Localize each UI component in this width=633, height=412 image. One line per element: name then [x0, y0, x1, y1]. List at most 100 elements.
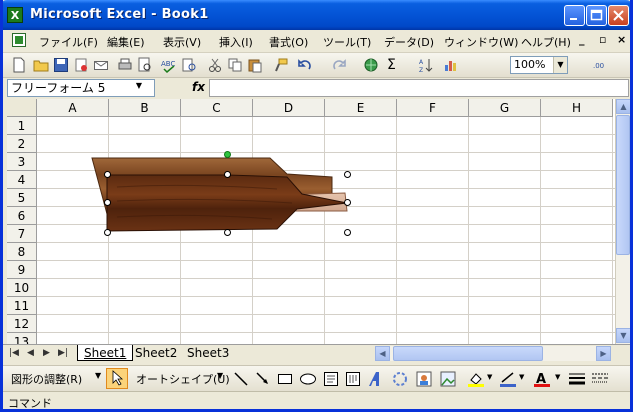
resize-handle-top[interactable]: [224, 171, 231, 178]
minimize-button[interactable]: [564, 5, 585, 26]
worksheet-grid[interactable]: ABCDEFGH 1 2 3 4 5 6 7 8 9 10 11 12 13: [7, 99, 615, 344]
scroll-left-button[interactable]: ◀: [375, 346, 390, 361]
chevron-down-icon[interactable]: ▼: [519, 373, 524, 381]
resize-handle-bottom[interactable]: [224, 229, 231, 236]
resize-handle-bottom-right[interactable]: [344, 229, 351, 236]
doc-restore-button[interactable]: ▫: [599, 33, 606, 46]
redo-icon[interactable]: [331, 57, 347, 73]
vertical-text-box-icon[interactable]: [345, 371, 361, 387]
line-icon[interactable]: [233, 371, 249, 387]
wordart-icon[interactable]: [367, 370, 385, 388]
formula-input[interactable]: [209, 79, 629, 97]
title-bar[interactable]: X Microsoft Excel - Book1: [3, 0, 630, 30]
resize-handle-bottom-left[interactable]: [104, 229, 111, 236]
resize-handle-left[interactable]: [104, 199, 111, 206]
menu-format[interactable]: 書式(O): [269, 34, 308, 50]
scroll-up-button[interactable]: ▲: [616, 99, 630, 114]
status-bar: コマンド: [3, 391, 630, 409]
chevron-down-icon[interactable]: ▼: [217, 371, 223, 380]
scroll-down-button[interactable]: ▼: [616, 328, 630, 343]
resize-handle-right[interactable]: [344, 199, 351, 206]
dash-style-icon[interactable]: [591, 371, 609, 387]
autosum-icon[interactable]: Σ: [387, 57, 403, 73]
workbook-icon[interactable]: [12, 33, 26, 47]
horizontal-scrollbar[interactable]: ◀ ▶: [375, 346, 611, 361]
chevron-down-icon[interactable]: ▼: [487, 373, 492, 381]
autoshapes-menu[interactable]: オートシェイプ(U): [136, 371, 230, 387]
menu-file[interactable]: ファイル(F): [39, 34, 98, 50]
clip-art-icon[interactable]: [415, 370, 433, 388]
permission-icon[interactable]: [73, 57, 89, 73]
menu-edit[interactable]: 編集(E): [107, 34, 145, 50]
print-preview-icon[interactable]: [137, 57, 153, 73]
arrow-icon[interactable]: [255, 371, 271, 387]
menu-tools[interactable]: ツール(T): [323, 34, 371, 50]
line-color-icon[interactable]: [499, 370, 517, 388]
select-objects-icon[interactable]: [106, 368, 128, 389]
menu-view[interactable]: 表示(V): [163, 34, 201, 50]
line-style-icon[interactable]: [568, 371, 586, 387]
format-painter-icon[interactable]: [273, 57, 289, 73]
cut-icon[interactable]: [207, 57, 223, 73]
email-icon[interactable]: [93, 57, 109, 73]
last-sheet-icon[interactable]: ▶|: [58, 348, 68, 358]
font-color-icon[interactable]: A: [533, 370, 551, 388]
new-icon[interactable]: [11, 57, 27, 73]
sheet-tab-sheet3[interactable]: Sheet3: [181, 345, 235, 361]
rotation-handle[interactable]: [224, 151, 231, 158]
zoom-combobox[interactable]: 100% ▼: [510, 56, 568, 74]
name-box-value: フリーフォーム 5: [11, 81, 106, 95]
formula-bar: フリーフォーム 5 ▼ fx: [3, 78, 630, 99]
open-icon[interactable]: [33, 57, 49, 73]
scroll-right-button[interactable]: ▶: [596, 346, 611, 361]
insert-picture-icon[interactable]: [439, 370, 457, 388]
draw-adjust-menu[interactable]: 図形の調整(R): [11, 371, 82, 387]
prev-sheet-icon[interactable]: ◀: [27, 348, 34, 358]
fill-color-icon[interactable]: [467, 370, 485, 388]
insert-function-icon[interactable]: fx: [192, 80, 205, 94]
save-icon[interactable]: [53, 57, 69, 73]
menu-data[interactable]: データ(D): [384, 34, 434, 50]
sheet-tab-bar: |◀ ◀ ▶ ▶| Sheet1 Sheet2 Sheet3 ◀ ▶: [3, 344, 630, 363]
undo-icon[interactable]: [297, 57, 313, 73]
diagram-icon[interactable]: [391, 370, 409, 388]
doc-close-button[interactable]: ×: [617, 33, 626, 46]
copy-icon[interactable]: [227, 57, 243, 73]
chevron-down-icon[interactable]: ▼: [95, 371, 101, 380]
first-sheet-icon[interactable]: |◀: [9, 348, 19, 358]
resize-handle-top-right[interactable]: [344, 171, 351, 178]
close-icon: [613, 10, 624, 21]
research-icon[interactable]: [181, 57, 197, 73]
sheet-tab-sheet2[interactable]: Sheet2: [129, 345, 183, 361]
close-button[interactable]: [608, 5, 629, 26]
svg-text:A: A: [419, 59, 424, 66]
print-icon[interactable]: [117, 57, 133, 73]
menu-window[interactable]: ウィンドウ(W): [444, 34, 518, 50]
horizontal-scroll-thumb[interactable]: [393, 346, 543, 361]
text-box-icon[interactable]: [323, 371, 339, 387]
sort-ascending-icon[interactable]: AZ: [419, 57, 435, 73]
name-box-dropdown-icon[interactable]: ▼: [129, 79, 149, 93]
chevron-down-icon[interactable]: ▼: [553, 57, 567, 73]
vertical-scroll-thumb[interactable]: [616, 115, 630, 255]
excel-app-icon[interactable]: X: [7, 7, 23, 23]
decrease-decimal-icon[interactable]: .00: [593, 57, 609, 73]
rectangle-icon[interactable]: [277, 371, 293, 387]
vertical-scrollbar[interactable]: ▲ ▼: [615, 99, 630, 344]
doc-minimize-button[interactable]: _: [579, 33, 585, 46]
maximize-button[interactable]: [586, 5, 607, 26]
maximize-icon: [590, 9, 603, 21]
resize-handle-top-left[interactable]: [104, 171, 111, 178]
window-title: Microsoft Excel - Book1: [30, 7, 209, 22]
chevron-down-icon[interactable]: ▼: [555, 373, 560, 381]
next-sheet-icon[interactable]: ▶: [43, 348, 50, 358]
oval-icon[interactable]: [299, 371, 317, 387]
freeform-shape[interactable]: [7, 99, 615, 344]
spelling-icon[interactable]: ABC: [161, 57, 177, 73]
paste-icon[interactable]: [247, 57, 263, 73]
menu-help[interactable]: ヘルプ(H): [521, 34, 571, 50]
menu-insert[interactable]: 挿入(I): [219, 34, 253, 50]
chart-wizard-icon[interactable]: [443, 57, 459, 73]
sheet-tab-sheet1[interactable]: Sheet1: [77, 345, 134, 361]
hyperlink-icon[interactable]: [363, 57, 379, 73]
